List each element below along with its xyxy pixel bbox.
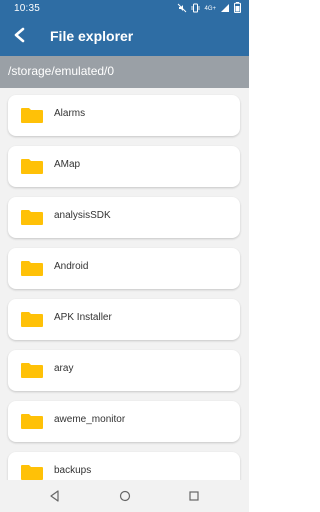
network-type-label: 4G+ [204, 6, 216, 12]
status-bar: 10:35 4G+ [0, 0, 249, 18]
path-bar: /storage/emulated/0 [0, 56, 249, 88]
folder-item[interactable]: aweme_monitor [8, 401, 240, 442]
square-recents-icon [186, 491, 202, 508]
current-path: /storage/emulated/0 [8, 64, 115, 78]
folder-item[interactable]: Android [8, 248, 240, 289]
circle-home-icon [117, 490, 133, 508]
folder-icon [20, 259, 44, 277]
arrow-back-icon [13, 27, 27, 48]
folder-name: Android [54, 261, 89, 272]
folder-item[interactable]: aray [8, 350, 240, 391]
folder-name: backups [54, 465, 92, 476]
folder-icon [20, 310, 44, 328]
folder-name: Alarms [54, 108, 86, 119]
status-time: 10:35 [14, 3, 41, 14]
folder-item[interactable]: backups [8, 452, 240, 480]
app-bar: File explorer [0, 18, 249, 56]
battery-icon [234, 0, 241, 18]
back-button[interactable] [6, 24, 34, 50]
system-nav-bar [0, 480, 249, 512]
mute-icon [177, 0, 187, 18]
folder-item[interactable]: AMap [8, 146, 240, 187]
signal-icon [220, 0, 230, 18]
folder-name: aray [54, 363, 74, 374]
status-icons: 4G+ [177, 0, 241, 18]
folder-icon [20, 208, 44, 226]
folder-name: analysisSDK [54, 210, 111, 221]
nav-home-button[interactable] [117, 488, 133, 504]
folder-icon [20, 463, 44, 480]
folder-icon [20, 361, 44, 379]
nav-back-button[interactable] [47, 488, 63, 504]
folder-icon [20, 412, 44, 430]
page-title: File explorer [50, 28, 134, 44]
triangle-back-icon [47, 490, 63, 508]
folder-icon [20, 106, 44, 124]
vibrate-icon [191, 0, 200, 18]
folder-name: aweme_monitor [54, 414, 126, 425]
folder-item[interactable]: Alarms [8, 95, 240, 136]
folder-name: APK Installer [54, 312, 112, 323]
folder-icon [20, 157, 44, 175]
folder-item[interactable]: analysisSDK [8, 197, 240, 238]
nav-recents-button[interactable] [186, 488, 202, 504]
folder-name: AMap [54, 159, 81, 170]
folder-item[interactable]: APK Installer [8, 299, 240, 340]
folder-list[interactable]: Alarms AMap analysisSDK Android APK Inst… [0, 88, 249, 480]
